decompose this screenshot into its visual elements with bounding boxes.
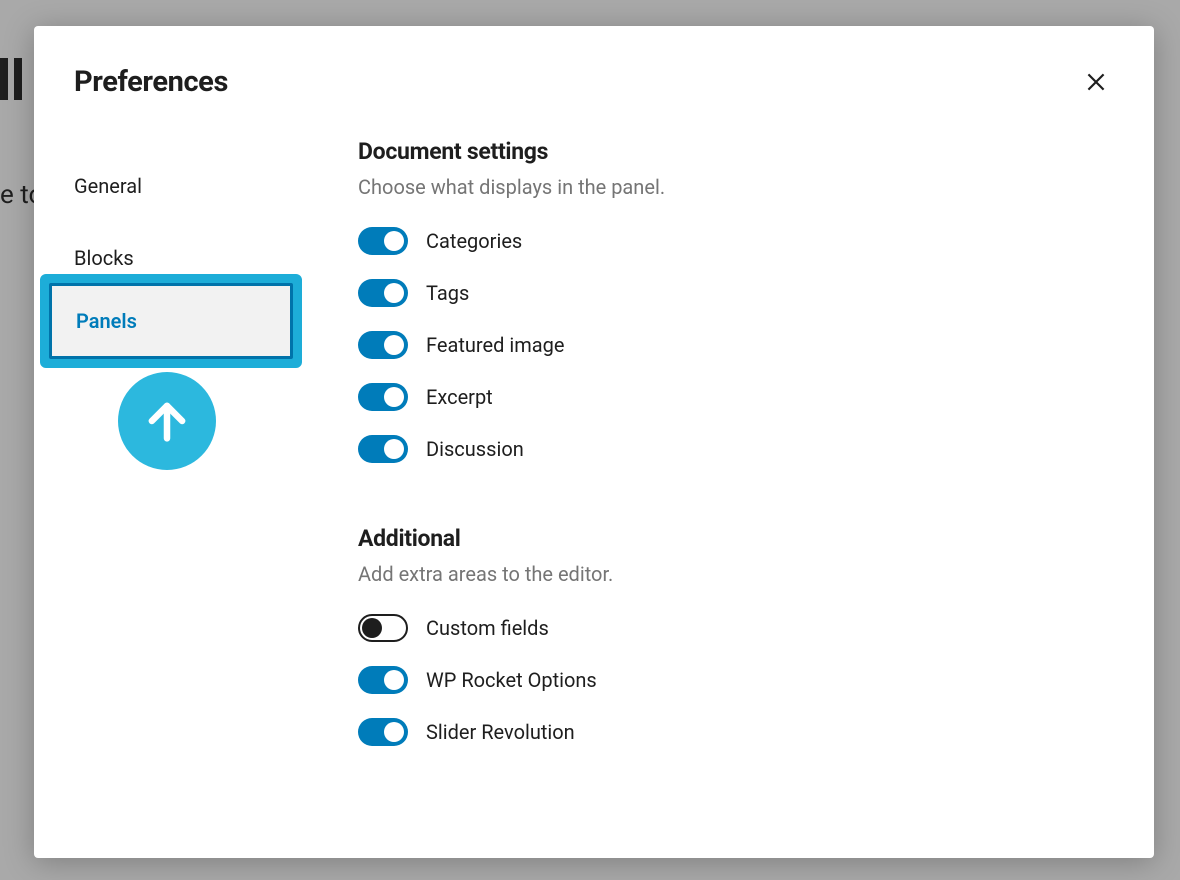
section-title: Additional bbox=[358, 525, 1114, 552]
tab-panels[interactable]: Panels bbox=[49, 283, 293, 359]
background-decoration bbox=[0, 58, 22, 100]
tab-panels-highlight: Panels bbox=[40, 274, 302, 368]
toggle-label: Featured image bbox=[426, 333, 564, 357]
modal-sidebar: General Blocks Panels bbox=[34, 116, 342, 838]
toggle-label: Slider Revolution bbox=[426, 720, 575, 744]
modal-content: Document settings Choose what displays i… bbox=[342, 116, 1154, 838]
section-additional: Additional Add extra areas to the editor… bbox=[358, 525, 1114, 746]
toggle-excerpt[interactable] bbox=[358, 383, 408, 411]
toggle-row-tags: Tags bbox=[358, 279, 1114, 307]
callout-arrow-badge bbox=[118, 372, 216, 470]
toggle-wp-rocket-options[interactable] bbox=[358, 666, 408, 694]
toggle-row-slider-revolution: Slider Revolution bbox=[358, 718, 1114, 746]
toggle-label: Categories bbox=[426, 229, 522, 253]
toggle-label: Custom fields bbox=[426, 616, 549, 640]
toggle-label: Tags bbox=[426, 281, 469, 305]
toggle-discussion[interactable] bbox=[358, 435, 408, 463]
toggle-categories[interactable] bbox=[358, 227, 408, 255]
toggle-row-featured-image: Featured image bbox=[358, 331, 1114, 359]
arrow-up-icon bbox=[141, 395, 193, 447]
toggle-tags[interactable] bbox=[358, 279, 408, 307]
section-document-settings: Document settings Choose what displays i… bbox=[358, 138, 1114, 463]
toggle-row-excerpt: Excerpt bbox=[358, 383, 1114, 411]
toggle-featured-image[interactable] bbox=[358, 331, 408, 359]
close-icon bbox=[1083, 69, 1109, 95]
section-title: Document settings bbox=[358, 138, 1114, 165]
toggle-row-categories: Categories bbox=[358, 227, 1114, 255]
modal-title: Preferences bbox=[74, 65, 228, 99]
toggle-row-wp-rocket-options: WP Rocket Options bbox=[358, 666, 1114, 694]
modal-body: General Blocks Panels Document settings … bbox=[34, 116, 1154, 858]
tab-general[interactable]: General bbox=[34, 150, 342, 222]
close-button[interactable] bbox=[1078, 64, 1114, 100]
toggle-slider-revolution[interactable] bbox=[358, 718, 408, 746]
toggle-label: WP Rocket Options bbox=[426, 668, 597, 692]
modal-header: Preferences bbox=[34, 26, 1154, 116]
preferences-modal: Preferences General Blocks Panels Docume… bbox=[34, 26, 1154, 858]
toggle-row-custom-fields: Custom fields bbox=[358, 614, 1114, 642]
toggle-label: Discussion bbox=[426, 437, 524, 461]
toggle-custom-fields[interactable] bbox=[358, 614, 408, 642]
section-description: Add extra areas to the editor. bbox=[358, 562, 1114, 586]
toggle-label: Excerpt bbox=[426, 385, 493, 409]
toggle-row-discussion: Discussion bbox=[358, 435, 1114, 463]
section-description: Choose what displays in the panel. bbox=[358, 175, 1114, 199]
